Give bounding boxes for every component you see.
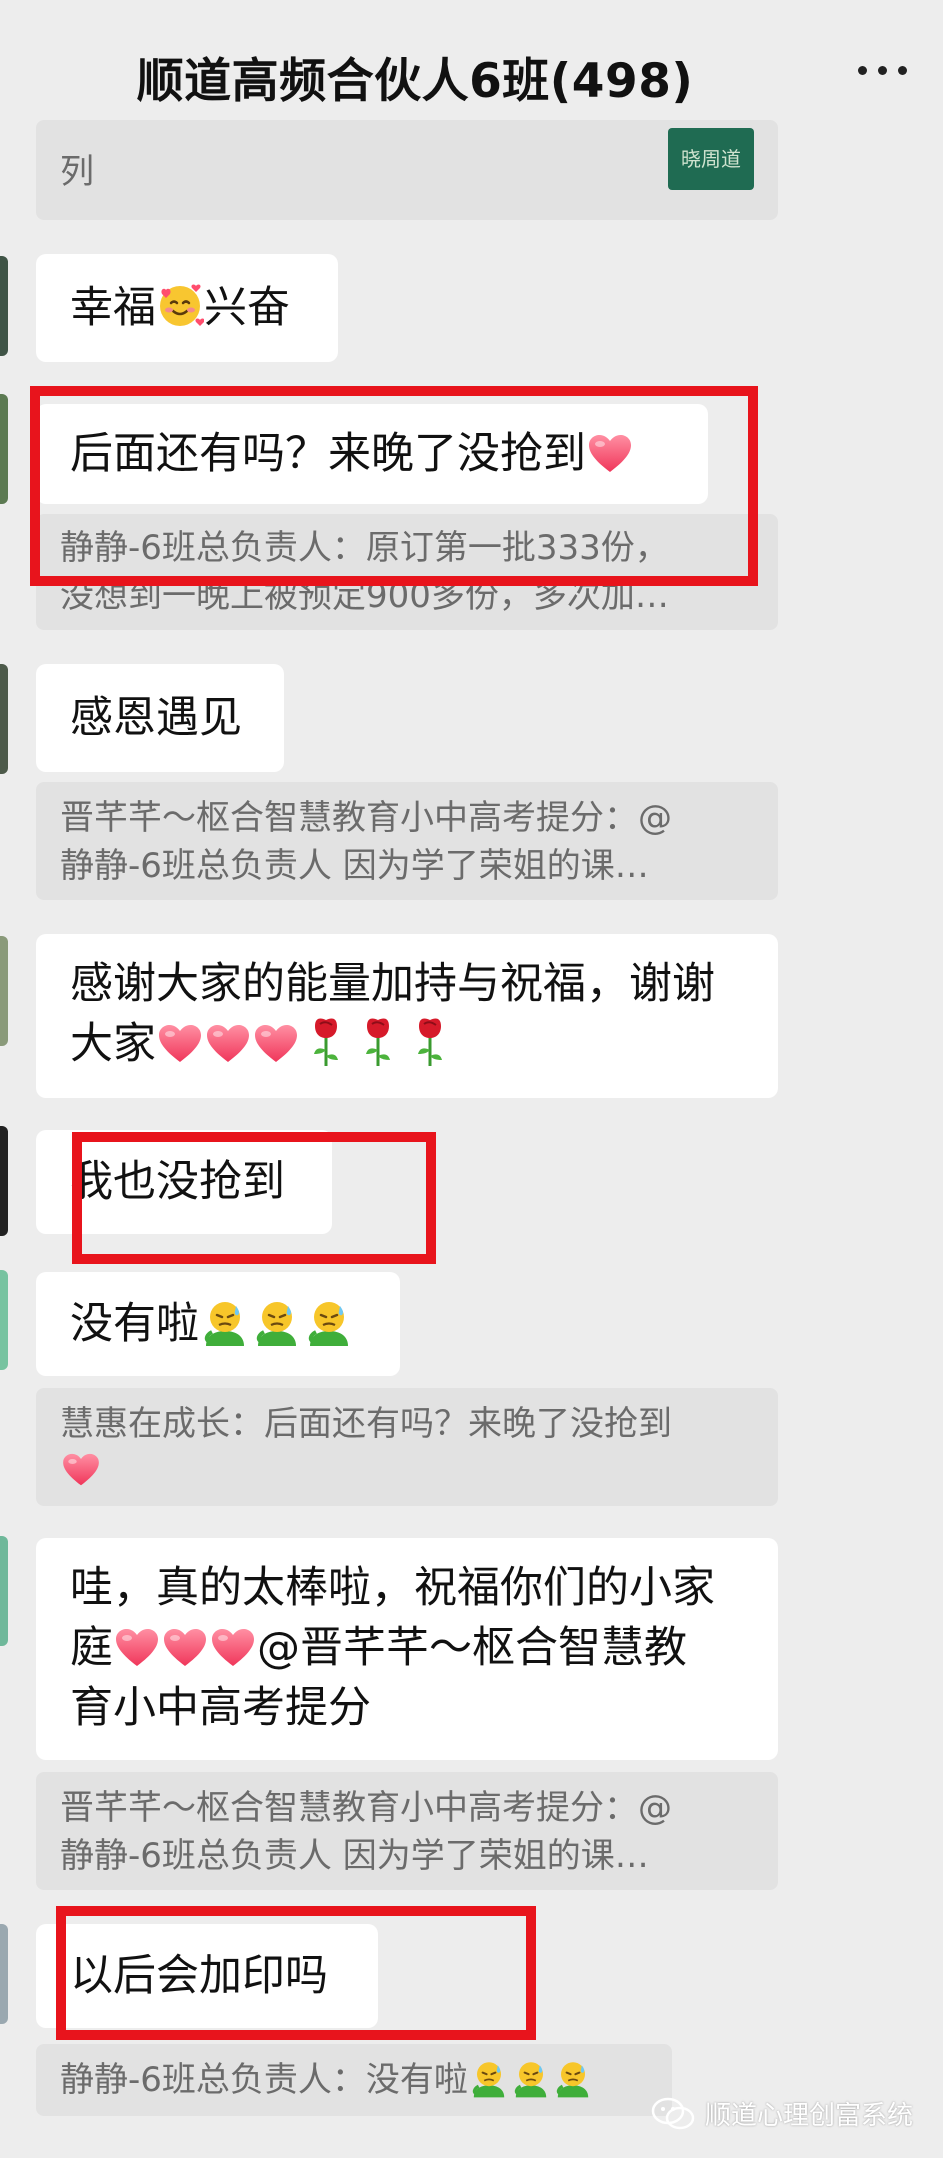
message-text: 大家	[70, 1019, 156, 1069]
wechat-icon	[651, 2097, 695, 2129]
quote-reply[interactable]: 列	[36, 120, 778, 220]
message-text: 哇，真的太棒啦，祝福你们的小家	[70, 1563, 715, 1613]
sweating-person-icon	[252, 1298, 302, 1348]
heart-icon	[158, 1024, 202, 1064]
quote-text: 晋芊芊～枢合智慧教育小中高考提分：@	[60, 798, 672, 838]
message-bubble[interactable]: 感谢大家的能量加持与祝福，谢谢 大家	[36, 934, 778, 1098]
message-bubble[interactable]: 没有啦	[36, 1272, 400, 1376]
message-text: 感恩遇见	[70, 693, 242, 743]
smiling-face-hearts-icon	[156, 282, 204, 330]
heart-icon	[206, 1024, 250, 1064]
heart-icon	[62, 1453, 100, 1487]
quote-text: 列	[60, 152, 94, 192]
quote-text: 晋芊芊～枢合智慧教育小中高考提分：@	[60, 1788, 672, 1828]
avatar[interactable]	[0, 1126, 8, 1236]
message-bubble[interactable]: 后面还有吗？来晚了没抢到	[36, 404, 708, 504]
message-bubble[interactable]: 感恩遇见	[36, 664, 284, 772]
rose-icon	[358, 1016, 398, 1068]
quote-reply[interactable]: 慧惠在成长：后面还有吗？来晚了没抢到	[36, 1388, 778, 1506]
chat-header: 顺道高频合伙人6班(498)	[0, 0, 943, 140]
watermark-text: 顺道心理创富系统	[704, 2101, 913, 2131]
message-bubble[interactable]: 哇，真的太棒啦，祝福你们的小家 庭 @晋芊芊～枢合智慧教 育小中高考提分	[36, 1538, 778, 1760]
chat-title: 顺道高频合伙人6班(498)	[136, 54, 694, 109]
message-bubble[interactable]: 我也没抢到	[36, 1130, 332, 1234]
sweating-person-icon	[553, 2059, 593, 2099]
heart-icon	[115, 1628, 159, 1668]
quote-text: 慧惠在成长：后面还有吗？来晚了没抢到	[60, 1404, 672, 1444]
quote-reply[interactable]: 晋芊芊～枢合智慧教育小中高考提分：@ 静静-6班总负责人 因为学了荣姐的课…	[36, 782, 778, 900]
message-text: 我也没抢到	[70, 1157, 285, 1207]
quote-reply[interactable]: 静静-6班总负责人：没有啦	[36, 2044, 672, 2116]
avatar[interactable]	[0, 1270, 8, 1370]
rose-icon	[410, 1016, 450, 1068]
quote-reply[interactable]: 静静-6班总负责人：原订第一批333份， 没想到一晚上被预定900多份，多次加…	[36, 514, 778, 630]
heart-icon	[163, 1628, 207, 1668]
quote-text: 静静-6班总负责人：原订第一批333份，	[60, 528, 669, 568]
message-text: @晋芊芊～枢合智慧教	[257, 1623, 687, 1673]
message-text: 没有啦	[70, 1299, 199, 1349]
message-bubble[interactable]: 幸福 兴奋	[36, 254, 338, 362]
message-text: 育小中高考提分	[70, 1683, 371, 1733]
rose-icon	[306, 1016, 346, 1068]
message-bubble[interactable]: 以后会加印吗	[36, 1924, 378, 2028]
quote-thumbnail: 晓周道	[668, 128, 754, 190]
more-dots-icon[interactable]	[858, 66, 907, 75]
quote-reply[interactable]: 晋芊芊～枢合智慧教育小中高考提分：@ 静静-6班总负责人 因为学了荣姐的课…	[36, 1772, 778, 1890]
message-text: 感谢大家的能量加持与祝福，谢谢	[70, 959, 715, 1009]
quote-text: 静静-6班总负责人：没有啦	[60, 2060, 468, 2100]
quote-text: 静静-6班总负责人 因为学了荣姐的课…	[60, 846, 649, 886]
avatar[interactable]	[0, 936, 8, 1046]
message-text: 以后会加印吗	[70, 1951, 328, 2001]
heart-icon	[211, 1628, 255, 1668]
quote-text: 没想到一晚上被预定900多份，多次加…	[60, 576, 669, 616]
watermark: 顺道心理创富系统	[651, 2095, 913, 2132]
sweating-person-icon	[304, 1298, 354, 1348]
sweating-person-icon	[200, 1298, 250, 1348]
message-text: 后面还有吗？来晚了没抢到	[70, 429, 586, 479]
heart-icon	[588, 434, 632, 474]
sweating-person-icon	[511, 2059, 551, 2099]
avatar[interactable]	[0, 394, 8, 504]
heart-icon	[254, 1024, 298, 1064]
avatar[interactable]	[0, 1924, 8, 2024]
avatar[interactable]	[0, 664, 8, 774]
avatar[interactable]	[0, 1536, 8, 1646]
message-text: 庭	[70, 1623, 113, 1673]
quote-text: 静静-6班总负责人 因为学了荣姐的课…	[60, 1836, 649, 1876]
message-text: 幸福	[70, 283, 156, 333]
sweating-person-icon	[469, 2059, 509, 2099]
message-text: 兴奋	[204, 283, 290, 333]
avatar[interactable]	[0, 256, 8, 356]
